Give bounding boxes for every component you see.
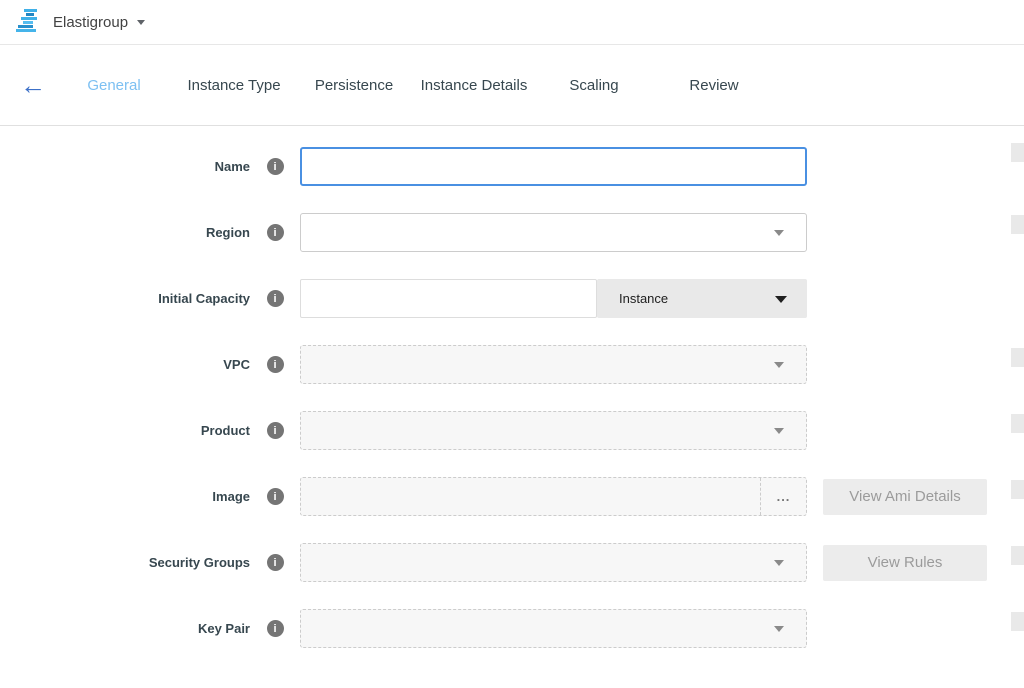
info-icon[interactable]: i	[267, 488, 284, 505]
field-label: Key Pair	[0, 621, 250, 636]
field-label: Name	[0, 159, 250, 174]
info-icon[interactable]: i	[267, 356, 284, 373]
form-row-security-groups: Security Groups i View Rules	[0, 543, 1024, 582]
product-select	[300, 411, 807, 450]
cutoff-element	[1011, 215, 1024, 234]
name-input[interactable]	[300, 147, 807, 186]
region-select[interactable]	[300, 213, 807, 252]
form-row-region: Region i	[0, 213, 1024, 252]
view-rules-button: View Rules	[823, 545, 987, 581]
cutoff-element	[1011, 143, 1024, 162]
field-label: VPC	[0, 357, 250, 372]
form-row-key-pair: Key Pair i	[0, 609, 1024, 648]
cutoff-element	[1011, 480, 1024, 499]
wizard-step-bar: ← General Instance Type Persistence Inst…	[0, 45, 1024, 126]
field-label: Image	[0, 489, 250, 504]
field-label: Initial Capacity	[0, 291, 250, 306]
key-pair-select	[300, 609, 807, 648]
cutoff-element	[1011, 414, 1024, 433]
view-ami-details-button: View Ami Details	[823, 479, 987, 515]
info-icon[interactable]: i	[267, 158, 284, 175]
form-row-image: Image i ... View Ami Details	[0, 477, 1024, 516]
product-switcher[interactable]: Elastigroup	[53, 14, 128, 31]
chevron-down-icon	[774, 626, 784, 632]
browse-image-button: ...	[760, 478, 806, 515]
wizard-tabs: General Instance Type Persistence Instan…	[0, 77, 774, 94]
info-icon[interactable]: i	[267, 224, 284, 241]
tab-instance-type[interactable]: Instance Type	[174, 77, 294, 94]
cutoff-element	[1011, 612, 1024, 631]
info-icon[interactable]: i	[267, 422, 284, 439]
capacity-unit-select[interactable]: Instance	[597, 279, 807, 318]
elastigroup-create-wizard: Elastigroup ← General Instance Type Pers…	[0, 0, 1024, 688]
general-step-form: Name i Region i Initial Capacity i Insta…	[0, 126, 1024, 648]
form-row-initial-capacity: Initial Capacity i Instance	[0, 279, 1024, 318]
form-row-product: Product i	[0, 411, 1024, 450]
info-icon[interactable]: i	[267, 290, 284, 307]
cutoff-element	[1011, 546, 1024, 565]
field-label: Security Groups	[0, 555, 250, 570]
form-row-name: Name i	[0, 147, 1024, 186]
form-row-vpc: VPC i	[0, 345, 1024, 384]
chevron-down-icon	[774, 230, 784, 236]
chevron-down-icon	[774, 362, 784, 368]
security-groups-select	[300, 543, 807, 582]
back-arrow-icon[interactable]: ←	[20, 72, 46, 98]
tab-scaling[interactable]: Scaling	[534, 77, 654, 94]
chevron-down-icon	[775, 296, 787, 303]
info-icon[interactable]: i	[267, 554, 284, 571]
chevron-down-icon	[774, 560, 784, 566]
chevron-down-icon[interactable]	[137, 20, 145, 25]
image-picker: ...	[300, 477, 807, 516]
tab-persistence[interactable]: Persistence	[294, 77, 414, 94]
initial-capacity-input[interactable]	[300, 279, 597, 318]
tab-instance-details[interactable]: Instance Details	[414, 77, 534, 94]
tab-general[interactable]: General	[54, 77, 174, 94]
cutoff-element	[1011, 348, 1024, 367]
vpc-select	[300, 345, 807, 384]
top-bar: Elastigroup	[0, 0, 1024, 45]
field-label: Region	[0, 225, 250, 240]
tab-review[interactable]: Review	[654, 77, 774, 94]
capacity-unit-value: Instance	[619, 291, 668, 306]
elastigroup-logo-icon	[16, 8, 42, 37]
field-label: Product	[0, 423, 250, 438]
info-icon[interactable]: i	[267, 620, 284, 637]
chevron-down-icon	[774, 428, 784, 434]
